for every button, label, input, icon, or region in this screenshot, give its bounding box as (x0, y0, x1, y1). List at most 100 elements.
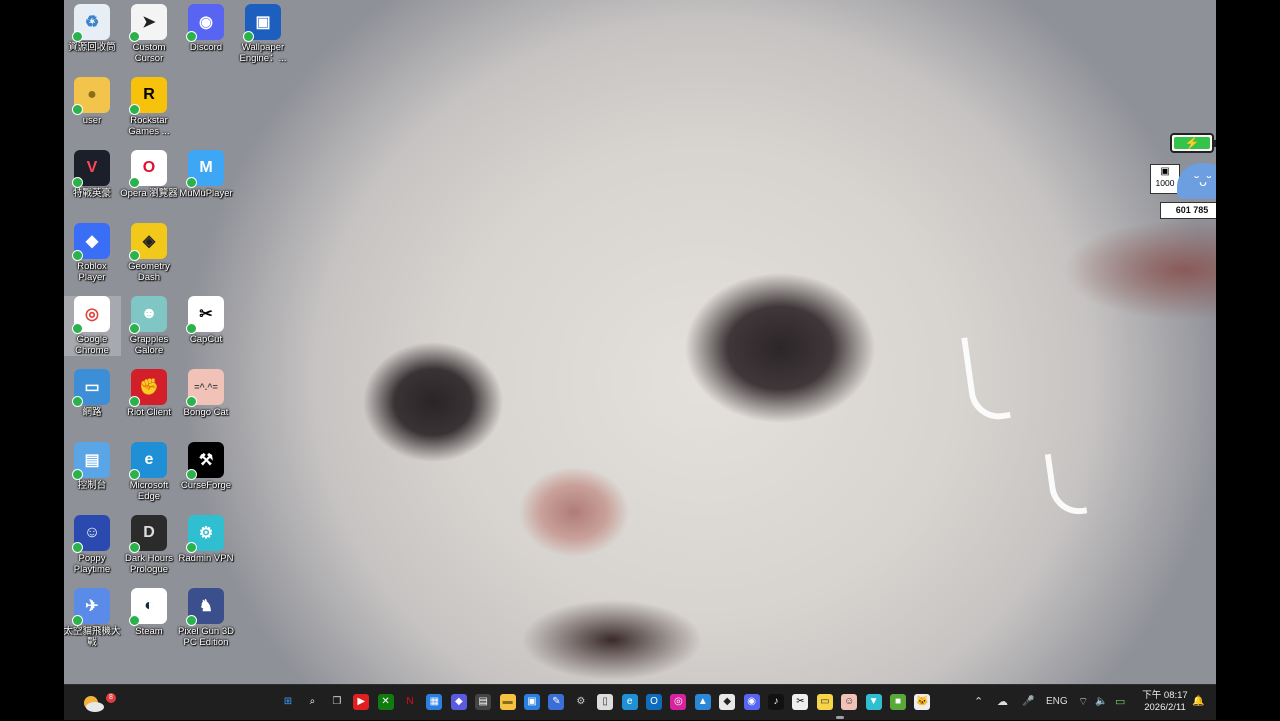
icon-rockstar[interactable]: R Rockstar Games ... (120, 77, 178, 137)
calculator-app-icon[interactable]: ▤ (475, 694, 492, 710)
sync-status-icon (186, 323, 197, 334)
volume-icon[interactable]: 🔈 (1095, 694, 1107, 710)
store-app-icon[interactable]: ▣ (524, 694, 540, 710)
letterbox-left (0, 0, 64, 720)
battery-icon[interactable]: ▭ (1115, 694, 1125, 710)
icon-label: 太空貓飛機大戰 (64, 626, 121, 648)
wallpaper-tear-2 (1044, 449, 1088, 519)
outlook-app-icon[interactable]: O (646, 694, 662, 710)
icon-riot-client[interactable]: ✊ Riot Client (120, 369, 178, 418)
cat-app-icon[interactable]: 🐱 (914, 694, 931, 710)
system-clock[interactable]: 下午 08:17 2026/2/11 (1142, 690, 1188, 714)
icon-curseforge[interactable]: ⚒ CurseForge (177, 442, 235, 491)
icon-recycle-bin[interactable]: ♻ 資源回收筒 (64, 4, 121, 53)
icon-bongo-cat-image: =^.^= (186, 369, 224, 407)
icon-user-folder[interactable]: ● user (64, 77, 121, 126)
icon-network[interactable]: ▭ 網路 (64, 369, 121, 418)
icon-label: Discord (189, 42, 223, 53)
icon-wallpaper-engine-image: ▣ (243, 4, 281, 42)
icon-opera[interactable]: O Opera 瀏覽器 (120, 150, 178, 199)
copilot-app-icon[interactable]: ◆ (450, 694, 467, 710)
icon-steam[interactable]: ◐ Steam (120, 588, 178, 637)
icon-roblox[interactable]: ◆ Roblox Player (64, 223, 121, 283)
bongo-cat-icon[interactable]: ˘ᴗ˘ (1177, 163, 1216, 199)
icon-control-panel[interactable]: ▤ 控制台 (64, 442, 121, 491)
icon-label: CurseForge (180, 480, 232, 491)
icon-valorant[interactable]: V 特戰英豪 (64, 150, 121, 199)
settings-app-icon[interactable]: ⚙ (572, 694, 589, 710)
youtube-app-icon[interactable]: ▶ (353, 694, 370, 710)
icon-geometry-dash[interactable]: ◈ Geometry Dash (120, 223, 178, 283)
sync-status-icon (129, 177, 140, 188)
sync-status-icon (129, 542, 140, 553)
bongo-total-counter: 601 785 (1160, 202, 1216, 219)
icon-wallpaper-engine[interactable]: ▣ Wallpaper Engine：... (234, 4, 292, 64)
discord-app-icon[interactable]: ◉ (743, 694, 760, 710)
icon-microsoft-edge[interactable]: e Microsoft Edge (120, 442, 178, 502)
icon-grapples-galore[interactable]: ☻ Grapples Galore (120, 296, 178, 356)
icon-custom-cursor[interactable]: ➤ Custom Cursor (120, 4, 178, 64)
icon-poppy-playtime-image: ☺ (72, 515, 110, 553)
icon-label: MuMuPlayer (179, 188, 233, 199)
icon-discord[interactable]: ◉ Discord (177, 4, 235, 53)
icon-google-chrome[interactable]: ◎ Google Chrome (64, 296, 121, 356)
calendar-app-icon[interactable]: ▦ (426, 694, 443, 710)
icon-label: Geometry Dash (128, 261, 170, 283)
whiteboard-app-icon[interactable]: ✎ (548, 694, 565, 710)
icon-mumuplayer[interactable]: M MuMuPlayer (177, 150, 235, 199)
search-button[interactable]: ⌕ (304, 694, 321, 710)
tiktok-app-icon[interactable]: ♪ (768, 694, 784, 710)
icon-riot-client-image: ✊ (129, 369, 167, 407)
icon-google-chrome-image: ◎ (72, 296, 110, 334)
desktop[interactable]: ♻ 資源回收筒 ➤ Custom Cursor ◉ Discord ▣ Wallpaper E… (64, 0, 1216, 684)
icon-radmin-vpn[interactable]: ⚙ Radmin VPN (177, 515, 235, 564)
icon-bongo-cat[interactable]: =^.^= Bongo Cat (177, 369, 235, 418)
notification-icon[interactable]: 🔔 (1192, 694, 1204, 710)
icon-label: 特戰英豪 (72, 188, 111, 199)
icon-discord-image: ◉ (186, 4, 224, 42)
sticky-notes-app-icon[interactable]: ▭ (816, 694, 833, 710)
task-view-button[interactable]: ❐ (328, 694, 345, 710)
roblox-app-icon[interactable]: ◆ (719, 694, 736, 710)
tray-overflow-icon[interactable]: ⌃ (974, 694, 983, 710)
sync-status-icon (243, 31, 254, 42)
icon-label: 資源回收筒 (68, 42, 116, 53)
icon-capcut[interactable]: ✂ CapCut (177, 296, 235, 345)
sync-status-icon (72, 104, 83, 115)
netflix-app-icon[interactable]: N (402, 694, 418, 710)
icon-mumuplayer-image: M (186, 150, 224, 188)
icon-custom-cursor-image: ➤ (129, 4, 167, 42)
microphone-icon[interactable]: 🎤 (1022, 694, 1034, 710)
language-indicator[interactable]: ENG (1046, 694, 1068, 710)
sync-status-icon (186, 31, 197, 42)
icon-space-cat[interactable]: ✈ 太空貓飛機大戰 (64, 588, 121, 648)
capcut-app-icon[interactable]: ✂ (792, 694, 809, 710)
minecraft-app-icon[interactable]: ■ (890, 694, 906, 710)
icon-valorant-image: V (72, 150, 110, 188)
taskbar: 8 ⊞ ⌕ ❐ ▶ ✕ N ▦ ◆ ▤ ▬ ▣ ✎ ⚙ ▯ e O ◎ ▲ ◆ ◉ ♪ ✂ ▭ ☺ ▼ ■ 🐱 ⌃ ☁ 🎤 ENG … (64, 684, 1216, 720)
file-explorer-app-icon[interactable]: ▬ (499, 694, 516, 710)
bongo-battery-indicator: ⚡ (1170, 133, 1216, 153)
edge-app-icon[interactable]: e (621, 694, 638, 710)
vpn-app-icon[interactable]: ▼ (865, 694, 882, 710)
icon-poppy-playtime[interactable]: ☺ Poppy Playtime (64, 515, 121, 575)
weather-widget[interactable]: 8 (80, 690, 116, 716)
start-button[interactable]: ⊞ (280, 694, 296, 710)
icon-label: Poppy Playtime (73, 553, 111, 575)
sync-status-icon (186, 615, 197, 626)
icon-pixel-gun-image: ♞ (186, 588, 224, 626)
instagram-app-icon[interactable]: ◎ (670, 694, 687, 710)
sync-status-icon (72, 31, 83, 42)
bongo-cat-app-icon[interactable]: ☺ (841, 694, 858, 710)
icon-dark-hours[interactable]: D Dark Hours Prologue (120, 515, 178, 575)
notepad-app-icon[interactable]: ▯ (597, 694, 614, 710)
wifi-icon[interactable]: ⌔ (1078, 694, 1088, 710)
weather-icon (84, 696, 104, 712)
xbox-app-icon[interactable]: ✕ (377, 694, 394, 710)
icon-label: 網路 (82, 407, 102, 418)
photos-app-icon[interactable]: ▲ (694, 694, 711, 710)
battery-bolt-icon: ⚡ (1174, 136, 1210, 150)
clock-time: 下午 08:17 (1142, 690, 1188, 701)
onedrive-icon[interactable]: ☁ (997, 694, 1008, 710)
icon-pixel-gun[interactable]: ♞ Pixel Gun 3D PC Edition (177, 588, 235, 648)
